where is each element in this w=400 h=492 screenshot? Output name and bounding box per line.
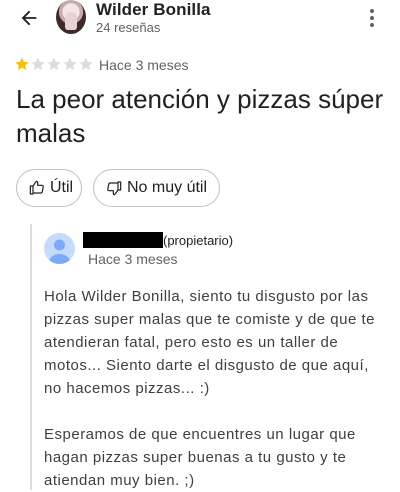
user-name[interactable]: Wilder Bonilla xyxy=(96,0,211,20)
review-header: Wilder Bonilla 24 reseñas xyxy=(0,0,400,40)
reply-time: Hace 3 meses xyxy=(88,251,178,267)
helpful-label: Útil xyxy=(50,179,74,196)
review-title: La peor atención y pizzas súper malas xyxy=(16,84,384,148)
user-avatar[interactable] xyxy=(56,0,86,34)
not-helpful-label: No muy útil xyxy=(127,179,208,196)
owner-avatar xyxy=(44,233,75,264)
star-empty-icon xyxy=(62,56,78,72)
thumb-down-icon xyxy=(107,181,122,196)
not-helpful-button[interactable]: No muy útil xyxy=(93,169,220,207)
user-review-count: 24 reseñas xyxy=(96,20,161,35)
back-button[interactable] xyxy=(18,7,40,29)
more-options-button[interactable] xyxy=(362,6,382,30)
redacted-owner-name xyxy=(83,232,163,248)
star-empty-icon xyxy=(30,56,46,72)
person-icon xyxy=(48,239,71,264)
star-filled-icon xyxy=(14,56,30,72)
arrow-back-icon xyxy=(21,10,37,26)
helpful-button[interactable]: Útil xyxy=(16,169,82,207)
star-empty-icon xyxy=(46,56,62,72)
more-vert-icon xyxy=(370,9,374,27)
thumb-up-icon xyxy=(29,180,44,195)
review-time: Hace 3 meses xyxy=(99,57,189,73)
reply-divider xyxy=(30,224,32,490)
reply-text: Hola Wilder Bonilla, siento tu disgusto … xyxy=(44,285,389,492)
reply-paragraph-1: Hola Wilder Bonilla, siento tu disgusto … xyxy=(44,288,380,397)
star-empty-icon xyxy=(78,56,94,72)
reply-paragraph-2: Esperamos de que encuentres un lugar que… xyxy=(44,426,361,489)
owner-tag: (propietario) xyxy=(163,233,234,248)
